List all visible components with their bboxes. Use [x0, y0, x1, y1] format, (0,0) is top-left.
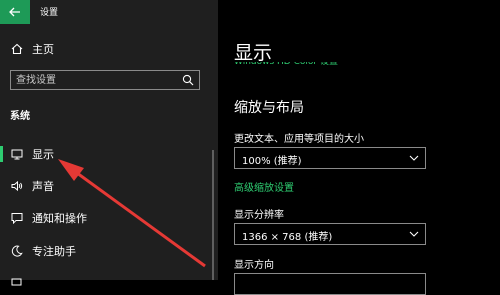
resolution-dropdown[interactable]: 1366 × 768 (推荐): [234, 223, 426, 245]
sidebar-item-focus-assist[interactable]: 专注助手: [0, 238, 210, 264]
scrollbar[interactable]: [212, 150, 214, 280]
orientation-dropdown[interactable]: [234, 273, 426, 295]
page-title: 显示: [234, 42, 273, 64]
speaker-icon: [10, 179, 24, 193]
search-icon[interactable]: [182, 74, 194, 86]
orientation-label: 显示方向: [234, 260, 274, 271]
sidebar-item-notifications[interactable]: 通知和操作: [0, 205, 210, 231]
notification-icon: [10, 211, 24, 225]
battery-icon: [10, 274, 24, 288]
title-bar: 设置: [0, 0, 218, 24]
moon-icon: [10, 244, 24, 258]
home-icon: [10, 42, 24, 56]
section-heading: 缩放与布局: [234, 100, 304, 116]
sidebar-item-label: 声音: [32, 180, 54, 193]
hd-color-link[interactable]: Windows HD Color 设置: [234, 62, 338, 67]
scale-dropdown[interactable]: 100% (推荐): [234, 147, 426, 169]
sidebar-item-home[interactable]: 主页: [0, 36, 210, 62]
scale-label: 更改文本、应用等项目的大小: [234, 134, 364, 145]
sidebar-item-display[interactable]: 显示: [0, 141, 210, 167]
sidebar-item-partial[interactable]: [0, 268, 210, 294]
section-label: 系统: [10, 111, 30, 122]
chevron-down-icon: [409, 231, 419, 237]
main-content: 显示 Windows HD Color 设置 缩放与布局 更改文本、应用等项目的…: [218, 0, 500, 295]
app-title: 设置: [40, 8, 59, 18]
scale-value: 100% (推荐): [242, 156, 302, 167]
resolution-label: 显示分辨率: [234, 210, 284, 221]
sidebar: 设置 主页 系统 显示: [0, 0, 218, 286]
search-box[interactable]: [10, 70, 200, 90]
sidebar-item-sound[interactable]: 声音: [0, 173, 210, 199]
back-button[interactable]: [0, 0, 30, 24]
sidebar-item-label: 主页: [32, 43, 54, 56]
monitor-icon: [10, 147, 24, 161]
search-input[interactable]: [11, 71, 176, 89]
back-arrow-icon: [9, 7, 20, 17]
resolution-value: 1366 × 768 (推荐): [242, 232, 333, 243]
chevron-down-icon: [409, 155, 419, 161]
sidebar-item-label: 显示: [32, 148, 54, 161]
sidebar-item-label: 通知和操作: [32, 212, 87, 225]
advanced-scaling-link[interactable]: 高级缩放设置: [234, 179, 294, 194]
sidebar-item-label: 专注助手: [32, 245, 76, 258]
